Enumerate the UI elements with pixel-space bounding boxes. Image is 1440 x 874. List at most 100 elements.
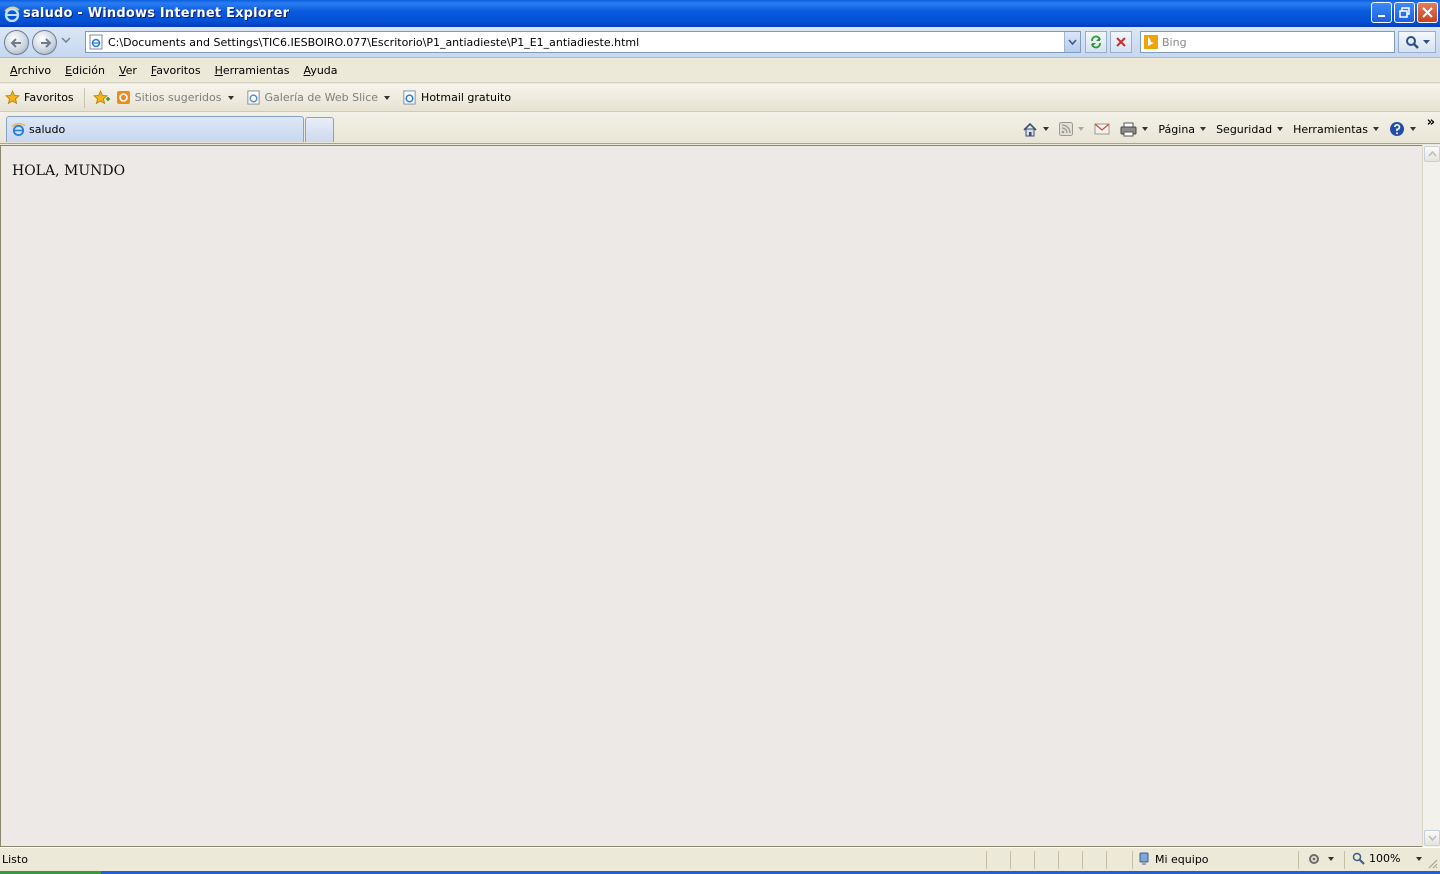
zoom-magnifier-icon xyxy=(1352,852,1365,865)
address-field[interactable]: C:\Documents and Settings\TIC6.IESBOIRO.… xyxy=(85,31,1081,53)
dropdown-triangle-icon xyxy=(1416,856,1423,861)
help-icon xyxy=(1390,122,1404,136)
new-tab-button[interactable] xyxy=(305,117,334,142)
status-pane-divider xyxy=(1010,851,1011,869)
scroll-down-button[interactable] xyxy=(1424,830,1440,846)
menu-edicion[interactable]: Edición xyxy=(58,64,112,77)
scroll-up-arrow-icon xyxy=(1427,151,1437,157)
tab-saludo[interactable]: saludo xyxy=(6,116,304,142)
menu-herramientas[interactable]: Herramientas xyxy=(208,64,297,77)
status-pane-divider xyxy=(1298,851,1299,869)
address-dropdown-button[interactable] xyxy=(1064,32,1080,52)
back-arrow-icon xyxy=(10,37,21,48)
menu-ver-accel: V xyxy=(118,64,126,77)
tab-row: saludo Página Seguridad Herramientas » xyxy=(0,112,1440,144)
address-url: C:\Documents and Settings\TIC6.IESBOIRO.… xyxy=(108,35,640,49)
window-title: saludo - Windows Internet Explorer xyxy=(23,6,290,21)
forward-button[interactable] xyxy=(32,30,57,55)
status-pane-divider xyxy=(1082,851,1083,869)
chevron-down-icon xyxy=(1068,38,1077,45)
tab-saludo-label: saludo xyxy=(29,123,66,136)
dropdown-triangle-icon xyxy=(1200,127,1207,131)
favorites-bar: Favoritos Sitios sugeridos Galería de We… xyxy=(0,84,1440,112)
home-button[interactable] xyxy=(1022,122,1050,137)
page-content: HOLA, MUNDO xyxy=(0,145,1422,847)
dropdown-triangle-icon xyxy=(227,95,234,100)
fav-link-galeria-web-slice[interactable]: Galería de Web Slice xyxy=(246,90,391,105)
print-button[interactable] xyxy=(1120,122,1149,137)
caption-buttons xyxy=(1371,2,1438,23)
document-text: HOLA, MUNDO xyxy=(12,163,126,179)
stop-button[interactable] xyxy=(1110,31,1132,53)
protected-mode-button[interactable] xyxy=(1307,852,1334,866)
close-button[interactable] xyxy=(1417,2,1438,23)
menu-archivo[interactable]: Archivo xyxy=(3,64,58,77)
search-icon xyxy=(1405,36,1419,49)
restore-button[interactable] xyxy=(1394,2,1415,23)
search-button[interactable] xyxy=(1398,31,1436,53)
status-pane-divider xyxy=(1132,851,1133,869)
page-menu-label: Página xyxy=(1158,122,1196,136)
minimize-icon xyxy=(1377,14,1385,17)
menu-ayuda-label: yuda xyxy=(310,64,338,77)
menu-favoritos[interactable]: Favoritos xyxy=(144,64,208,77)
help-button[interactable] xyxy=(1389,121,1416,137)
dropdown-triangle-icon xyxy=(1373,127,1379,131)
fav-link-sitios-sugeridos-label: Sitios sugeridos xyxy=(134,91,222,104)
fav-link-galeria-web-slice-label: Galería de Web Slice xyxy=(264,91,379,104)
favorites-button[interactable]: Favoritos xyxy=(5,90,74,105)
recent-pages-dropdown-icon[interactable] xyxy=(61,36,71,44)
toolbar-overflow-chevron-icon[interactable]: » xyxy=(1427,115,1435,130)
menu-edicion-label: dición xyxy=(72,64,105,77)
menu-archivo-accel: A xyxy=(10,64,18,77)
printer-icon xyxy=(1120,122,1137,136)
scroll-up-button[interactable] xyxy=(1424,146,1440,162)
zoom-control[interactable]: 100% xyxy=(1352,852,1423,865)
rss-feed-icon xyxy=(1059,122,1074,136)
security-zone[interactable]: Mi equipo xyxy=(1137,852,1209,866)
add-favorite-star-icon xyxy=(92,90,110,105)
close-icon xyxy=(1422,7,1433,18)
bing-logo-icon xyxy=(1144,35,1158,49)
add-to-favorites-bar-button[interactable] xyxy=(92,90,110,105)
dropdown-triangle-icon xyxy=(1078,127,1085,131)
mail-button[interactable] xyxy=(1094,123,1110,135)
back-button[interactable] xyxy=(4,30,29,55)
star-icon xyxy=(5,90,20,105)
title-bar[interactable]: saludo - Windows Internet Explorer xyxy=(0,0,1440,27)
security-menu-label: Seguridad xyxy=(1216,122,1273,136)
my-computer-icon xyxy=(1139,852,1149,865)
status-pane-divider xyxy=(1106,851,1107,869)
refresh-button[interactable] xyxy=(1085,31,1107,53)
refresh-icon xyxy=(1091,35,1101,49)
suggested-sites-icon xyxy=(116,91,130,104)
favorites-separator xyxy=(83,87,85,108)
security-menu-button[interactable]: Seguridad xyxy=(1216,122,1284,136)
restore-icon xyxy=(1399,7,1410,18)
tools-menu-button[interactable]: Herramientas xyxy=(1293,123,1379,136)
mail-icon xyxy=(1094,123,1110,135)
settings-gear-icon xyxy=(1309,854,1319,864)
menu-favoritos-label: avoritos xyxy=(156,64,201,77)
vertical-scrollbar[interactable] xyxy=(1422,145,1440,847)
search-input[interactable]: Bing xyxy=(1140,31,1395,53)
fav-link-hotmail-gratuito[interactable]: Hotmail gratuito xyxy=(402,90,511,105)
dropdown-triangle-icon xyxy=(1410,127,1416,131)
fav-link-hotmail-gratuito-label: Hotmail gratuito xyxy=(421,91,512,104)
resize-grip-icon[interactable] xyxy=(1426,857,1438,869)
menu-herramientas-label: erramientas xyxy=(222,64,290,77)
dropdown-triangle-icon xyxy=(1328,857,1334,861)
search-placeholder: Bing xyxy=(1162,35,1187,49)
page-menu-button[interactable]: Página xyxy=(1158,122,1207,136)
feeds-button[interactable] xyxy=(1059,122,1085,136)
menu-ayuda[interactable]: Ayuda xyxy=(297,64,345,77)
menu-archivo-label: rchivo xyxy=(17,64,52,77)
dropdown-triangle-icon xyxy=(1277,127,1284,131)
home-icon xyxy=(1023,122,1037,136)
menu-ver[interactable]: Ver xyxy=(112,64,144,77)
status-pane-divider xyxy=(1058,851,1059,869)
ie-tab-icon xyxy=(11,123,26,137)
navigation-bar: C:\Documents and Settings\TIC6.IESBOIRO.… xyxy=(0,27,1440,58)
fav-link-sitios-sugeridos[interactable]: Sitios sugeridos xyxy=(116,90,234,105)
minimize-button[interactable] xyxy=(1371,2,1392,23)
